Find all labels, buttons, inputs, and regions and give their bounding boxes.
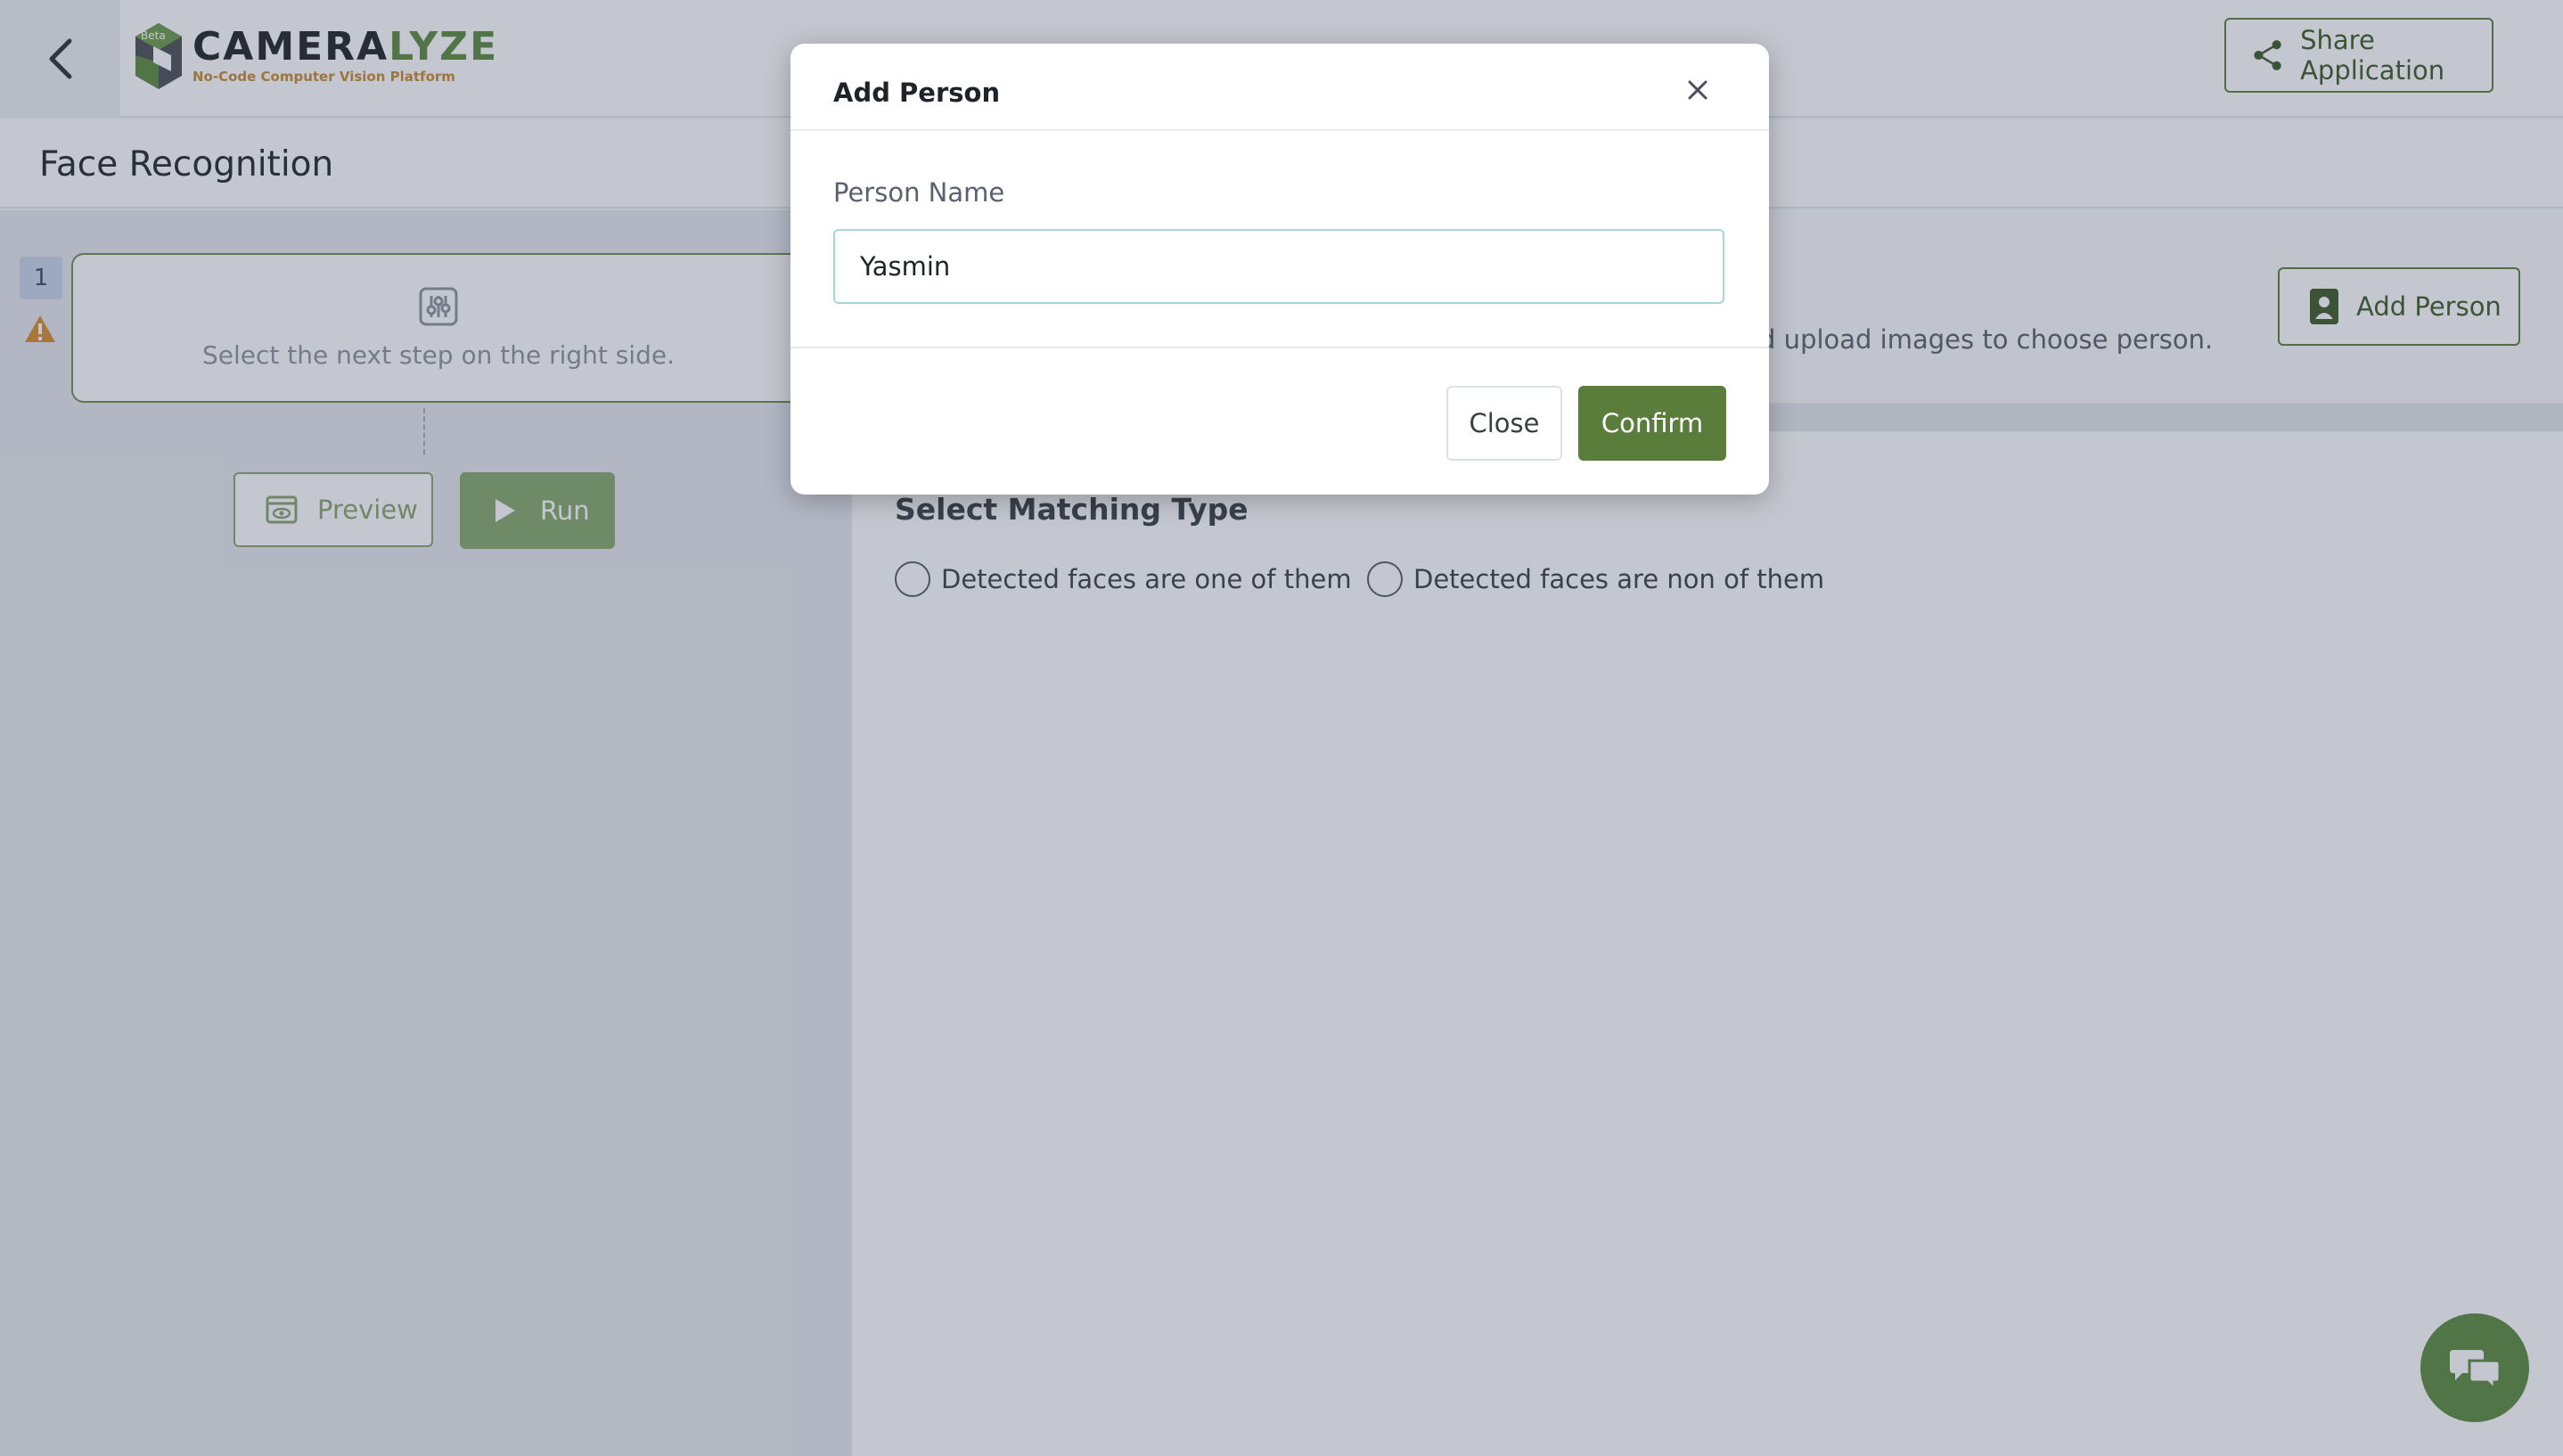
dialog-header: Add Person — [790, 44, 1769, 131]
close-button[interactable]: Close — [1446, 386, 1562, 461]
person-name-input[interactable] — [833, 229, 1724, 304]
confirm-button[interactable]: Confirm — [1578, 386, 1726, 461]
app-root: Beta CAMERALYZE No-Code Computer Vision … — [0, 0, 2563, 1456]
add-person-dialog: Add Person Person Name Close Confirm — [790, 44, 1769, 495]
dialog-divider — [790, 347, 1769, 348]
dialog-title: Add Person — [833, 78, 1001, 108]
person-name-label: Person Name — [833, 177, 1005, 208]
close-icon[interactable] — [1687, 79, 1708, 101]
